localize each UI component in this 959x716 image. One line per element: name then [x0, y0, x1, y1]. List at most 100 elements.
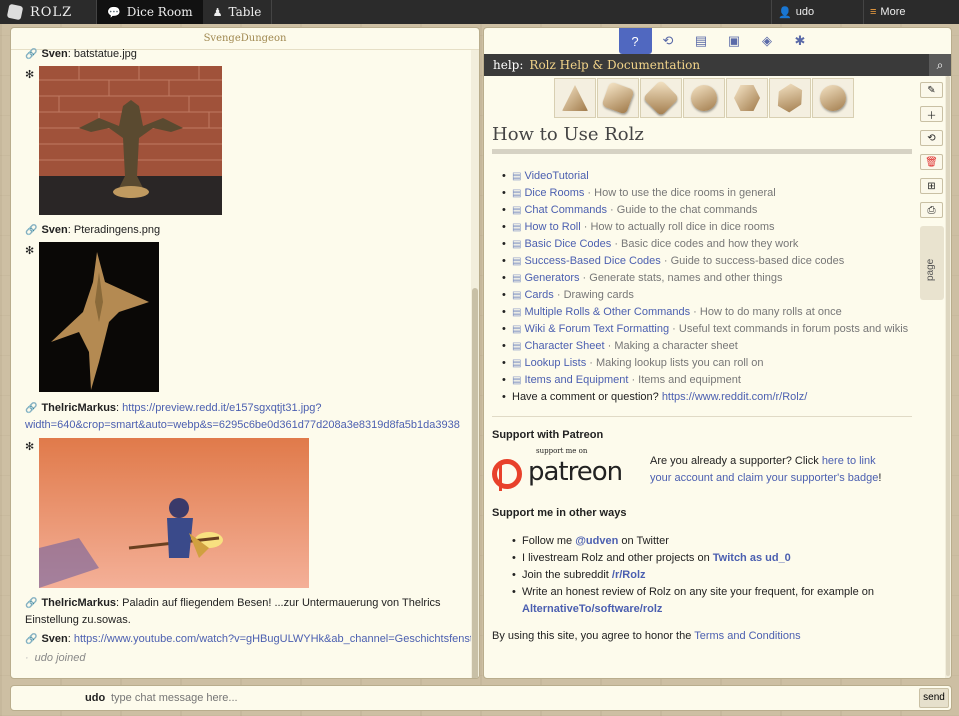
chat-image-row: ✻ — [25, 242, 185, 392]
message-author: ThelricMarkus — [41, 597, 117, 609]
delete-icon[interactable]: 🗑 — [920, 154, 943, 170]
help-topic-link[interactable]: Basic Dice Codes — [524, 238, 611, 250]
patreon-heading: Support with Patreon — [492, 429, 604, 441]
chat-image-row: ✻ — [25, 438, 325, 588]
alternativeto-link[interactable]: AlternativeTo/software/rolz — [522, 603, 662, 615]
help-topic-link[interactable]: Dice Rooms — [524, 187, 584, 199]
help-topic-link[interactable]: Multiple Rolls & Other Commands — [524, 306, 690, 318]
bat-statue-image[interactable] — [39, 66, 222, 215]
print-icon[interactable]: ⎙ — [920, 202, 943, 218]
message-text-continued: Einstellung zu.sowas. — [25, 614, 131, 626]
d100-button[interactable] — [812, 78, 854, 118]
die-logo-icon — [6, 3, 24, 21]
help-topic-link[interactable]: Generators — [524, 272, 579, 284]
search-icon[interactable]: ⌕ — [929, 54, 951, 76]
user-icon: 👤 — [778, 6, 792, 19]
help-question-icon[interactable]: ? — [618, 28, 652, 54]
chat-message: 🔗 Sven: Pteradingens.png — [25, 224, 161, 236]
scrollbar-thumb[interactable] — [946, 76, 950, 676]
help-topic: • ▤ Wiki & Forum Text Formatting · Useful … — [502, 323, 909, 335]
chess-piece-icon: ♟ — [212, 5, 223, 19]
document-icon: ▤ — [512, 205, 522, 216]
tab-label: Table — [228, 5, 262, 19]
help-content: How to Use Rolz • ▤ VideoTutorial • ▤ Dice R… — [492, 124, 912, 642]
help-topic: • ▤ Lookup Lists · Making lookup lists you… — [502, 357, 764, 369]
dice-icon[interactable]: ◈ — [751, 28, 784, 54]
help-topic-link[interactable]: Lookup Lists — [524, 357, 586, 369]
message-link[interactable]: https://www.youtube.com/watch?v=gHBugULW… — [74, 633, 479, 645]
book-icon[interactable]: ▤ — [685, 28, 718, 54]
link-icon[interactable]: 🔗 — [25, 403, 37, 414]
more-menu[interactable]: ≡ More — [863, 0, 959, 24]
sitemap-icon[interactable]: ⊞ — [920, 178, 943, 194]
asterisk-icon: ✻ — [25, 69, 35, 81]
document-icon: ▤ — [512, 239, 522, 250]
link-icon[interactable]: 🔗 — [25, 598, 37, 609]
history-icon[interactable]: ⟲ — [920, 130, 943, 146]
d8-button[interactable] — [640, 78, 682, 118]
chat-message: 🔗 Sven: https://www.youtube.com/watch?v=g… — [25, 631, 479, 648]
help-topic-link[interactable]: Success-Based Dice Codes — [524, 255, 660, 267]
logo-text: ROLZ — [30, 4, 73, 20]
terms-notice: By using this site, you agree to honor t… — [492, 630, 801, 642]
help-scrollbar[interactable] — [945, 76, 951, 678]
history-icon[interactable]: ⟲ — [652, 28, 685, 54]
character-sheet-icon[interactable]: ▣ — [718, 28, 751, 54]
d12-icon — [734, 85, 760, 111]
document-icon: ▤ — [512, 341, 522, 352]
link-icon[interactable]: 🔗 — [25, 225, 37, 236]
message-author: Sven — [41, 224, 68, 236]
chat-scrollbar[interactable] — [471, 50, 479, 678]
help-topic-link[interactable]: Cards — [524, 289, 553, 301]
tab-dice-room[interactable]: 💬 Dice Room — [97, 0, 203, 24]
page-tab[interactable]: page — [920, 226, 944, 300]
d12-button[interactable] — [726, 78, 768, 118]
send-button[interactable]: send — [919, 688, 949, 708]
pteranodon-image[interactable] — [39, 242, 159, 392]
d10-button[interactable] — [683, 78, 725, 118]
help-topic: • ▤ Items and Equipment · Items and equipm… — [502, 374, 741, 386]
document-icon: ▤ — [512, 256, 522, 267]
twitch-link[interactable]: Twitch as ud_0 — [713, 552, 791, 564]
chat-bubble-icon: 💬 — [107, 5, 121, 19]
patreon-badge[interactable]: support me on patreon — [492, 447, 623, 491]
help-question: • Have a comment or question? https://www… — [502, 391, 808, 403]
gear-icon[interactable]: ✱ — [784, 28, 817, 54]
help-topic-link[interactable]: Chat Commands — [524, 204, 607, 216]
subreddit-link[interactable]: /r/Rolz — [612, 569, 646, 581]
document-icon: ▤ — [512, 324, 522, 335]
tab-table[interactable]: ♟ Table — [203, 0, 272, 24]
paladin-broom-image[interactable] — [39, 438, 309, 588]
message-link[interactable]: https://preview.redd.it/e157sgxqtjt31.jp… — [122, 402, 321, 414]
message-link-continued[interactable]: width=640&crop=smart&auto=webp&s=6295c6b… — [25, 419, 460, 431]
help-topic-link[interactable]: VideoTutorial — [524, 170, 588, 182]
chat-message-input[interactable] — [111, 689, 911, 707]
d4-button[interactable] — [554, 78, 596, 118]
message-author: Sven — [41, 48, 68, 60]
chat-input-bar: udo send — [10, 685, 952, 711]
help-topic-link[interactable]: How to Roll — [524, 221, 580, 233]
twitter-link[interactable]: @udven — [575, 535, 618, 547]
terms-link[interactable]: Terms and Conditions — [694, 630, 800, 642]
help-topic-link[interactable]: Character Sheet — [524, 340, 604, 352]
d4-icon — [562, 85, 588, 111]
chat-message: 🔗 Sven: batstatue.jpg — [25, 48, 137, 60]
scrollbar-thumb[interactable] — [472, 288, 478, 678]
user-menu[interactable]: 👤 udo — [771, 0, 863, 24]
message-text: batstatue.jpg — [73, 48, 137, 60]
support-item: • Write an honest review of Rolz on any s… — [512, 586, 874, 615]
more-label: More — [880, 6, 906, 18]
help-topic: • ▤ VideoTutorial — [502, 170, 589, 182]
d20-button[interactable] — [769, 78, 811, 118]
help-topic-link[interactable]: Items and Equipment — [524, 374, 628, 386]
link-icon[interactable]: 🔗 — [25, 49, 37, 60]
link-icon[interactable]: 🔗 — [25, 634, 37, 645]
d6-button[interactable] — [597, 78, 639, 118]
help-topic-link[interactable]: Wiki & Forum Text Formatting — [524, 323, 669, 335]
help-title: Rolz Help & Documentation — [529, 58, 701, 72]
reddit-link[interactable]: https://www.reddit.com/r/Rolz/ — [662, 391, 808, 403]
edit-icon[interactable]: ✎ — [920, 82, 943, 98]
chat-image-row: ✻ — [25, 66, 225, 216]
rolz-logo[interactable]: ROLZ — [0, 0, 96, 24]
add-icon[interactable]: ＋ — [920, 106, 943, 122]
